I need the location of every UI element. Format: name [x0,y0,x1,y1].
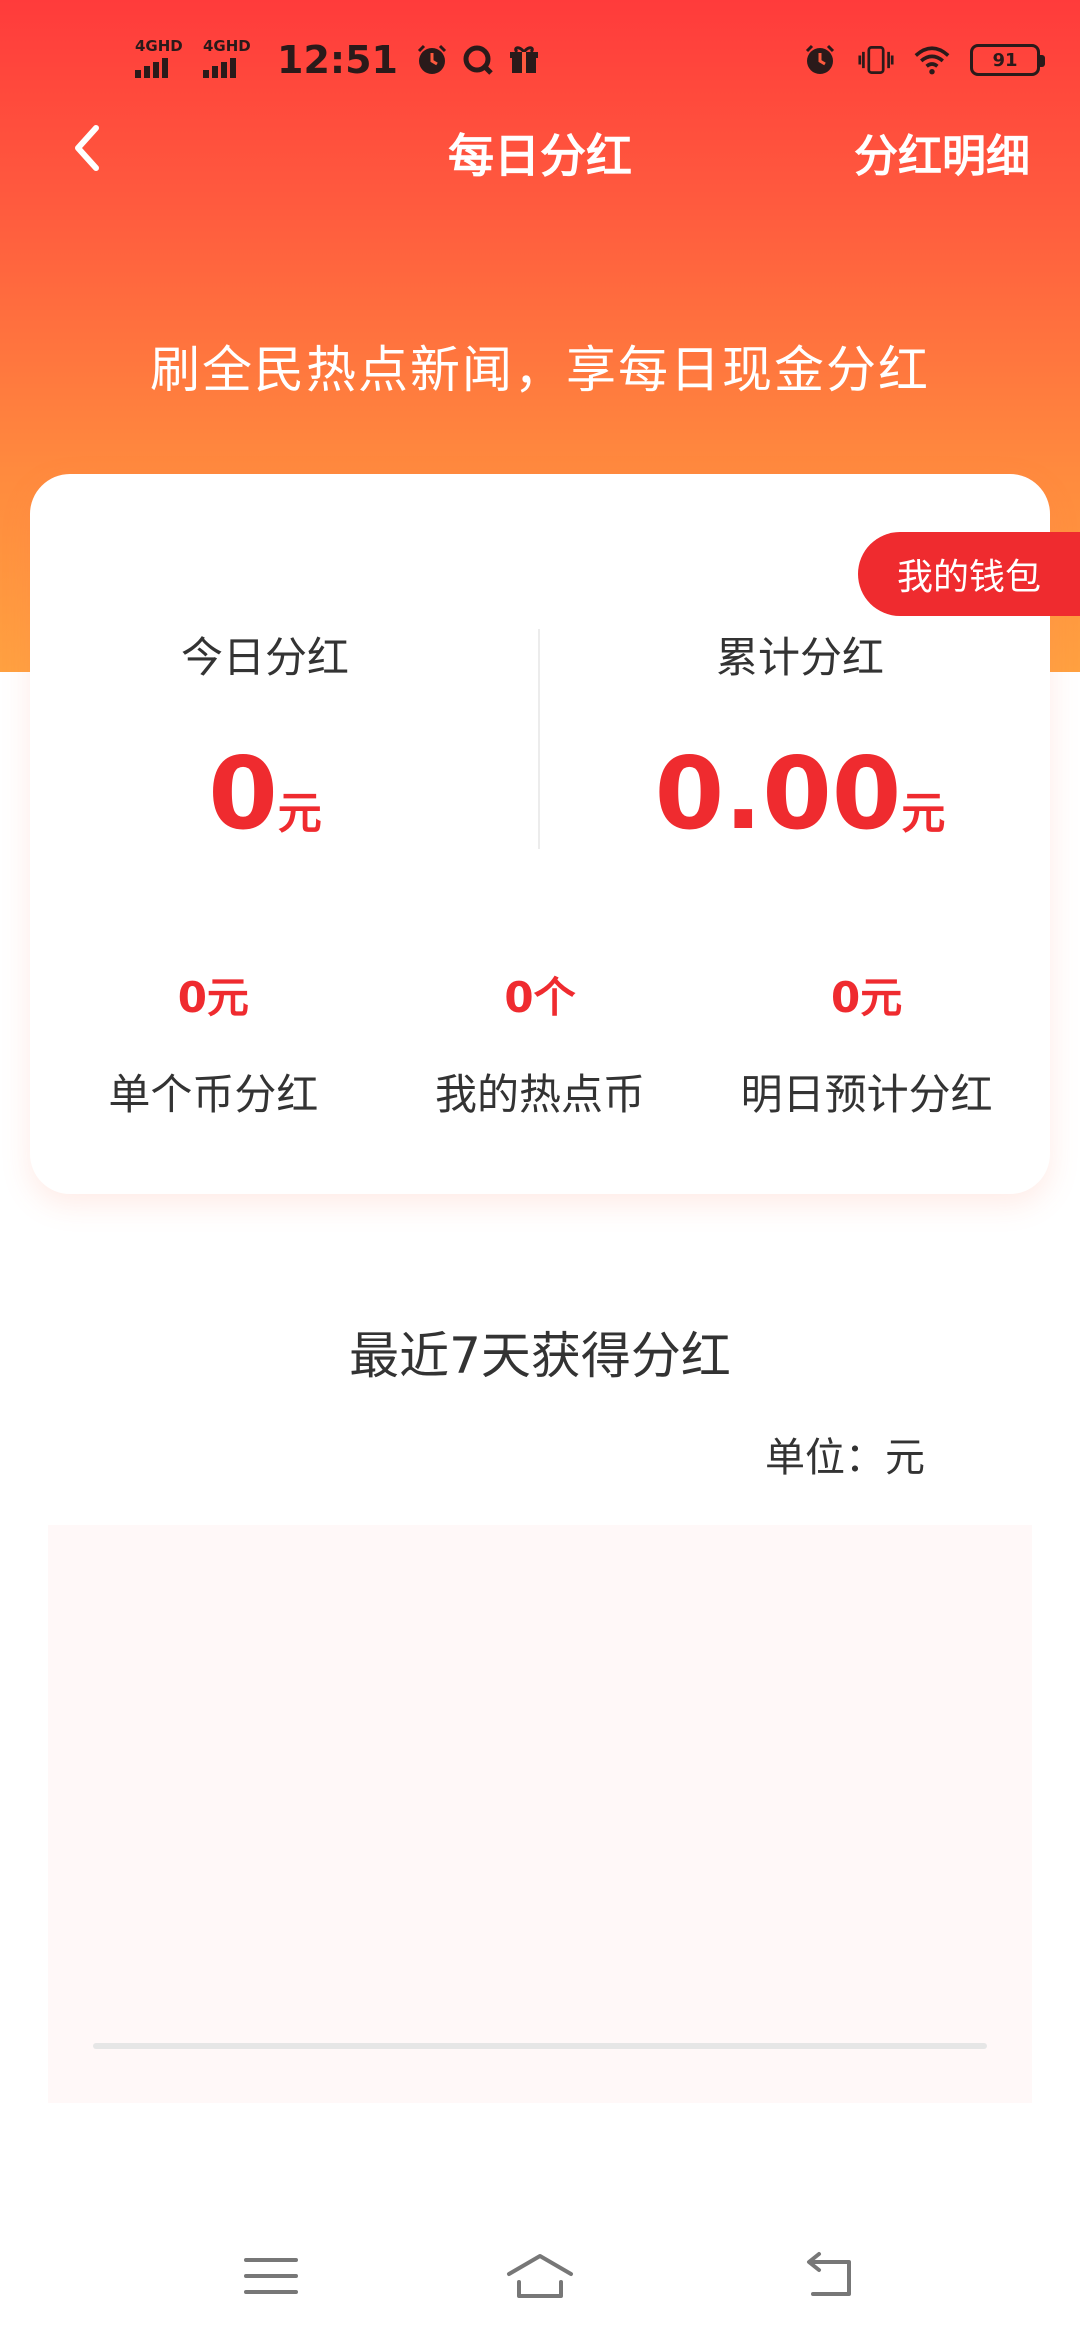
home-icon[interactable] [505,2248,575,2304]
signal-bars-icon [203,56,236,78]
today-dividend-amount: 0 [208,735,278,852]
dividend-stats: 0元 单个币分红 0个 我的热点币 0元 明日预计分红 [30,964,1050,1122]
stat-per-coin-dividend: 0元 单个币分红 [63,964,363,1122]
today-dividend-value: 0元 [30,735,500,852]
stat-label: 单个币分红 [108,1070,319,1119]
signal-label: 4GHD [203,37,251,55]
menu-icon[interactable] [236,2248,306,2304]
stat-value: 0元 [831,973,903,1022]
recent-dividend-chart [48,1525,1032,2103]
total-dividend: 累计分红 0.00元 [565,624,1035,852]
status-left: 4GHD 4GHD 12:51 [135,30,542,90]
vibrate-icon [858,42,894,78]
alarm-icon [802,42,838,78]
stat-value: 0个 [504,973,576,1022]
stat-label: 明日预计分红 [740,1070,993,1119]
signal-indicator-2: 4GHD [203,38,261,82]
today-dividend-label: 今日分红 [180,633,349,682]
stat-my-hot-coins: 0个 我的热点币 [390,964,690,1122]
status-bar: 4GHD 4GHD 12:51 91 [0,30,1080,90]
wifi-icon [914,42,950,78]
stat-label: 我的热点币 [434,1070,645,1119]
slogan-text: 刷全民热点新闻，享每日现金分红 [150,341,930,399]
signal-indicator-1: 4GHD [135,38,193,82]
search-q-icon [460,42,496,78]
gift-box-icon [506,42,542,78]
status-right: 91 [802,30,1045,90]
stat-value: 0元 [177,973,249,1022]
today-dividend-unit: 元 [277,788,322,839]
back-nav-icon[interactable] [795,2248,865,2304]
navigation-bar: 每日分红 分红明细 [0,110,1080,186]
unit-note: 单位：元 [765,1435,925,1481]
my-wallet-button[interactable]: 我的钱包 [858,532,1080,616]
dividend-details-link[interactable]: 分红明细 [854,120,1030,184]
chart-x-axis [93,2043,987,2049]
column-divider [538,629,540,849]
signal-bars-icon [135,56,168,78]
total-dividend-value: 0.00元 [565,735,1035,852]
total-dividend-unit: 元 [901,788,946,839]
signal-label: 4GHD [135,37,183,55]
alarm-icon [414,42,450,78]
today-dividend: 今日分红 0元 [30,624,500,852]
dividend-card: 我的钱包 今日分红 0元 累计分红 0.00元 0元 单个币分红 0个 我的热点… [30,474,1080,1194]
stat-tomorrow-estimate: 0元 明日预计分红 [717,964,1017,1122]
status-time: 12:51 [277,38,398,82]
battery-level: 91 [992,49,1018,71]
total-dividend-label: 累计分红 [715,633,884,682]
recent-7-days-title: 最近7天获得分红 [349,1327,731,1385]
system-navigation-bar [0,2240,1080,2320]
battery-icon: 91 [970,44,1045,76]
total-dividend-amount: 0.00 [654,735,902,852]
